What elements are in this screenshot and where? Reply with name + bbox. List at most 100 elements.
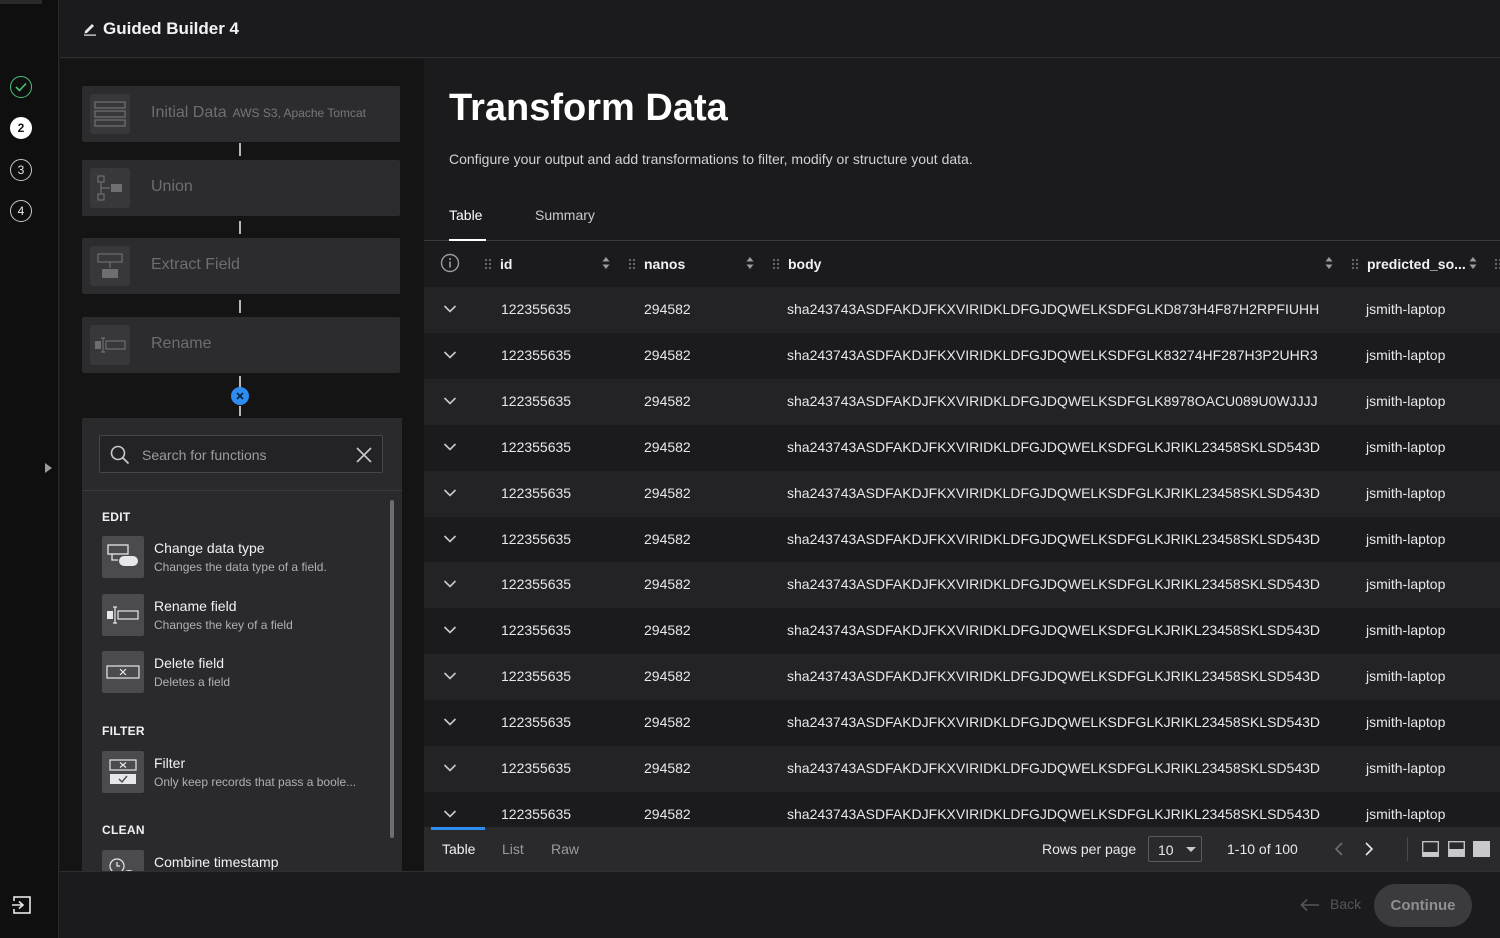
functions-scrollbar[interactable] [390,500,394,838]
function-item-filter[interactable]: Filter Only keep records that pass a bool… [102,751,382,795]
column-drag-handle-icon[interactable] [628,257,636,270]
section-heading-filter: FILTER [102,724,145,738]
step-4-indicator[interactable]: 4 [10,200,32,222]
pipeline-connector [239,406,241,416]
table-row[interactable]: 122355635 294582 sha243743ASDFAKDJFKXVIRID… [424,792,1500,827]
step-1-indicator[interactable] [10,76,32,98]
back-button[interactable]: Back [1330,896,1361,912]
table-row[interactable]: 122355635 294582 sha243743ASDFAKDJFKXVIRID… [424,287,1500,333]
table-row[interactable]: 122355635 294582 sha243743ASDFAKDJFKXVIRID… [424,654,1500,701]
node-title: Extract Field [151,256,240,273]
expand-row-icon[interactable] [443,625,457,635]
layout-split-icon[interactable] [1448,841,1465,857]
sort-icon[interactable] [746,256,754,270]
function-search-box[interactable]: Search for functions [99,435,383,473]
column-drag-handle-icon[interactable] [772,257,780,270]
expand-row-icon[interactable] [443,671,457,681]
tab-summary[interactable]: Summary [535,207,595,223]
table-cell: jsmith-laptop [1366,622,1446,639]
table-row[interactable]: 122355635 294582 sha243743ASDFAKDJFKXVIRID… [424,608,1500,654]
function-item-combine-timestamp[interactable]: Combine timestamp [102,850,382,871]
table-cell: jsmith-laptop [1366,576,1446,593]
column-drag-handle-icon[interactable] [1494,257,1500,270]
column-drag-handle-icon[interactable] [1351,257,1359,270]
function-description: Deletes a field [154,675,231,689]
expand-row-icon[interactable] [443,763,457,773]
next-page-icon[interactable] [1364,842,1374,856]
pipeline-node-extract-field[interactable]: Extract Field [82,238,400,294]
function-title: Filter [154,755,186,771]
pipeline-node-union[interactable]: Union [82,160,400,216]
table-cell: sha243743ASDFAKDJFKXVIRIDKLDFGJDQWELKSDF… [787,576,1321,593]
pipeline-node-initial-data[interactable]: Initial Data AWS S3, Apache Tomcat [82,86,400,142]
column-header-predicted_so[interactable]: predicted_so... [1367,256,1466,272]
table-row[interactable]: 122355635 294582 sha243743ASDFAKDJFKXVIRID… [424,378,1500,425]
table-row[interactable]: 122355635 294582 sha243743ASDFAKDJFKXVIRID… [424,562,1500,609]
layout-top-icon[interactable] [1422,841,1439,857]
table-cell: sha243743ASDFAKDJFKXVIRIDKLDFGJDQWELKSDF… [787,668,1321,685]
sort-icon[interactable] [1325,256,1333,270]
step-3-indicator[interactable]: 3 [10,159,32,181]
column-header-body[interactable]: body [788,256,821,272]
expand-row-icon[interactable] [443,534,457,544]
info-icon[interactable] [440,253,460,273]
table-row[interactable]: 122355635 294582 sha243743ASDFAKDJFKXVIRID… [424,470,1500,517]
clear-search-icon[interactable] [354,445,374,465]
function-title: Combine timestamp [154,854,279,870]
table-cell: 294582 [644,576,691,593]
active-view-indicator [431,827,485,830]
table-cell: sha243743ASDFAKDJFKXVIRIDKLDFGJDQWELKSDF… [787,622,1321,639]
rows-per-page-label: Rows per page [1042,841,1137,857]
exit-icon[interactable] [11,894,33,916]
layout-full-icon[interactable] [1473,841,1490,857]
app-title[interactable]: Guided Builder 4 [103,19,239,39]
expand-row-icon[interactable] [443,304,457,314]
expand-panel-icon[interactable] [45,463,52,473]
tab-table[interactable]: Table [449,207,482,223]
expand-row-icon[interactable] [443,350,457,360]
table-cell: 294582 [644,484,691,501]
table-body: 122355635 294582 sha243743ASDFAKDJFKXVIRID… [424,287,1500,827]
column-drag-handle-icon[interactable] [484,257,492,270]
edit-title-icon[interactable] [83,20,97,36]
expand-row-icon[interactable] [443,717,457,727]
table-row[interactable]: 122355635 294582 sha243743ASDFAKDJFKXVIRID… [424,746,1500,792]
expand-row-icon[interactable] [443,579,457,589]
check-icon [15,82,27,92]
expand-row-icon[interactable] [443,488,457,498]
table-row[interactable]: 122355635 294582 sha243743ASDFAKDJFKXVIRID… [424,333,1500,379]
continue-button[interactable]: Continue [1374,884,1472,927]
view-tab-raw[interactable]: Raw [551,841,579,857]
function-item-change-data-type[interactable]: Change data type Changes the data type of… [102,536,382,580]
table-cell: 294582 [644,438,691,455]
expand-row-icon[interactable] [443,809,457,819]
sort-icon[interactable] [602,256,610,270]
function-item-rename-field[interactable]: Rename field Changes the key of a field [102,594,382,638]
table-footer: Table List Raw Rows per page 10 1-10 of … [424,827,1500,871]
view-tab-list[interactable]: List [502,841,524,857]
pipeline-node-rename[interactable]: Rename [82,317,400,373]
table-row[interactable]: 122355635 294582 sha243743ASDFAKDJFKXVIRID… [424,425,1500,471]
expand-row-icon[interactable] [443,396,457,406]
view-tab-table[interactable]: Table [442,841,475,857]
rows-per-page-select[interactable]: 10 [1148,836,1202,862]
sort-icon[interactable] [1469,256,1477,270]
prev-page-icon[interactable] [1334,842,1344,856]
column-header-id[interactable]: id [500,256,512,272]
step-2-indicator[interactable]: 2 [10,117,32,139]
table-cell: 122355635 [501,484,572,501]
function-item-delete-field[interactable]: Delete field Deletes a field [102,651,382,695]
column-header-nanos[interactable]: nanos [644,256,685,272]
table-cell: jsmith-laptop [1366,438,1446,455]
remove-step-button[interactable]: ✕ [231,387,249,405]
pipeline-node-label: Rename [151,335,211,353]
table-row[interactable]: 122355635 294582 sha243743ASDFAKDJFKXVIRID… [424,517,1500,563]
search-input[interactable]: Search for functions [142,447,267,463]
table-cell: sha243743ASDFAKDJFKXVIRIDKLDFGJDQWELKSDF… [787,805,1321,822]
table-cell: 122355635 [501,805,572,822]
divider [82,490,402,491]
pagination-range: 1-10 of 100 [1227,841,1298,857]
expand-row-icon[interactable] [443,442,457,452]
table-cell: 294582 [644,301,691,317]
table-row[interactable]: 122355635 294582 sha243743ASDFAKDJFKXVIRID… [424,700,1500,746]
